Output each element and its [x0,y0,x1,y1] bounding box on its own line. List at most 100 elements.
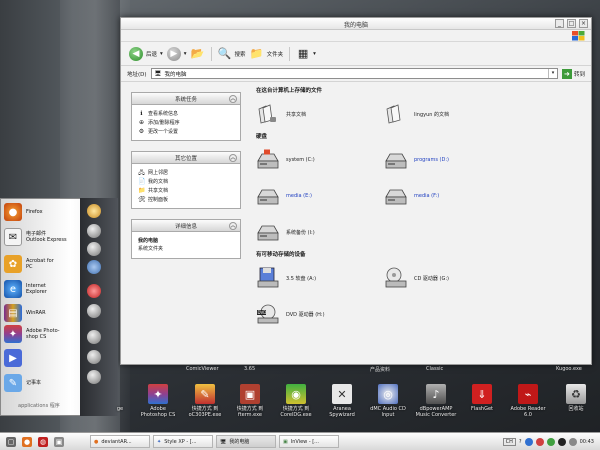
dock-item-label: 电子邮件 Outlook Express [26,231,67,243]
style-xp-icon: ✦ [157,438,162,445]
drive-item[interactable]: media (F:) [384,185,512,207]
dock-item-notepad[interactable]: ✎ 记事本 [4,374,80,392]
taskbar-button[interactable]: ✦ Style XP - [... [153,435,213,448]
desktop-icon[interactable]: ✕ Aranea Spywizard [318,384,366,418]
folder-item[interactable]: lingyun 的文档 [384,103,512,125]
maximize-button[interactable]: □ [567,19,576,28]
forward-dropdown-icon[interactable]: ▾ [184,51,187,57]
removable-item[interactable]: 3.5 软盘 (A:) [256,267,384,289]
desktop-icon[interactable]: ♻ 回收站 [552,384,600,412]
media-icon[interactable]: ◍ [38,436,48,447]
address-input[interactable]: 🖥 我的电脑 ▾ [150,68,558,79]
desktop-label[interactable]: ComicViewer [186,366,219,372]
recycle-bin-icon: ♻ [566,384,586,404]
taskbar-button[interactable]: ● deviantAR... [90,435,150,448]
search-button[interactable]: 🔍 搜索 [218,47,246,61]
go-label: 转到 [573,71,585,78]
desktop-label[interactable]: Classic [426,366,443,372]
folders-label: 文件夹 [266,51,284,58]
desktop-label[interactable]: 产品资料 [370,366,390,373]
drive-item[interactable]: programs (D:) [384,149,512,171]
clock[interactable]: 00:43 [580,439,594,445]
collapse-chevron-icon[interactable]: ︽ [229,222,237,230]
drive-item[interactable]: 系统备份 (I:) [256,221,384,243]
collapse-chevron-icon[interactable]: ︽ [229,154,237,162]
desktop-icon[interactable]: ⌁ Adobe Reader 6.0 [504,384,552,418]
taskbar-button[interactable]: ▣ InView - [... [279,435,339,448]
desktop-label[interactable]: Kugoo.exe [556,366,582,372]
disc2-shortcut-icon[interactable] [87,350,101,364]
back-dropdown-icon[interactable]: ▾ [160,51,163,57]
desktop-icon[interactable]: ♪ dBpowerAMP Music Converter [412,384,460,418]
desktop-label[interactable]: 3.65 [244,366,255,372]
desktop-icon[interactable]: ✎ 快捷方式 到 oC303PE.exe [181,384,229,418]
explorer-icon[interactable]: ▣ [54,436,64,447]
panel-header[interactable]: 详细信息 ︽ [132,220,240,232]
forward-button[interactable]: ▶ ▾ [166,46,187,61]
window-titlebar[interactable]: 我的电脑 _ □ × [121,18,591,30]
language-indicator[interactable]: CH [502,437,516,446]
dock-item-acrobat[interactable]: ✿ Acrobat for PC [4,255,80,273]
desktop-icon[interactable]: ▣ 快捷方式 到 fterm.exe [226,384,274,418]
drive-item[interactable]: media (E:) [256,185,384,207]
back-button[interactable]: ◀ 后退 ▾ [129,46,163,61]
messenger-tray-icon[interactable] [546,437,555,446]
minimize-button[interactable]: _ [555,19,564,28]
up-folder-icon[interactable]: 📂 [191,47,205,61]
go-button[interactable]: ➜ 转到 [561,68,585,79]
firefox-icon[interactable]: ● [22,436,32,447]
drive-item[interactable]: system (C:) [256,149,384,171]
panel-header[interactable]: 其它位置 ︽ [132,152,240,164]
place-link[interactable]: 🖧 网上邻居 [138,168,234,177]
network-tray-icon[interactable] [524,437,533,446]
dock-item-ie[interactable]: e Internet Explorer [4,280,80,298]
folder-item[interactable]: 共享文档 [256,103,384,125]
help-icon[interactable]: ? [519,439,522,445]
hard-drive-icon [385,153,407,169]
taskbar-button[interactable]: 🖥 我的电脑 [216,435,276,448]
views-button[interactable]: ▦ ▾ [296,47,316,61]
medical-shortcut-icon[interactable] [87,284,101,298]
shared-documents-icon [258,104,276,124]
task-link[interactable]: ⊕ 添加/删除程序 [138,118,234,127]
place-link[interactable]: 📁 共享文档 [138,186,234,195]
dock-item-winrar[interactable]: ▤ WinRAR [4,304,80,322]
power-shortcut-icon[interactable] [87,370,101,384]
show-desktop-icon[interactable]: ▢ [6,436,16,447]
removable-item[interactable]: CD 驱动器 (G:) [384,267,512,289]
folder-shortcut-icon[interactable] [87,204,101,218]
system-tasks-panel: 系统任务 ︽ ℹ 查看系统信息 ⊕ 添加/删除程序 ⚙ 更改一个设置 [131,92,241,141]
address-dropdown-icon[interactable]: ▾ [547,69,557,78]
cd-shortcut-icon[interactable] [87,304,101,318]
gear-shortcut-icon[interactable] [87,242,101,256]
desktop-icon[interactable]: ◉ 快捷方式 到 CorelDG.exe [272,384,320,418]
panel-header[interactable]: 系统任务 ︽ [132,93,240,105]
removable-item[interactable]: DVD DVD 驱动器 (H:) [256,303,384,325]
volume-tray-icon[interactable] [568,437,577,446]
antivirus-tray-icon[interactable] [535,437,544,446]
desktop-icon[interactable]: ⇓ FlashGet [458,384,506,412]
menu-bar [121,30,591,42]
task-link[interactable]: ⚙ 更改一个设置 [138,127,234,136]
task-link[interactable]: ℹ 查看系统信息 [138,109,234,118]
folders-button[interactable]: 📁 文件夹 [250,47,284,61]
disc-shortcut-icon[interactable] [87,224,101,238]
desktop-icon[interactable]: ◎ dMC Audio CD Input [364,384,412,418]
toolbar: ◀ 后退 ▾ ▶ ▾ 📂 🔍 搜索 📁 文件夹 ▦ ▾ [121,42,591,66]
dock-item-label: Acrobat for PC [26,258,54,270]
dock-item-media[interactable]: ▶ [4,349,80,367]
dock-item-firefox[interactable]: ● Firefox [4,203,80,221]
monitor-shortcut-icon[interactable] [87,260,101,274]
dock-item-outlook[interactable]: ✉ 电子邮件 Outlook Express [4,228,80,246]
dock-item-photoshop[interactable]: ✦ Adobe Photo- shop CS [4,325,80,343]
speaker-shortcut-icon[interactable] [87,330,101,344]
place-link[interactable]: 📄 我的文档 [138,177,234,186]
desktop-icon[interactable]: ✦ Adobe Photoshop CS [134,384,182,418]
toolbar-separator [210,46,212,61]
collapse-chevron-icon[interactable]: ︽ [229,95,237,103]
place-link[interactable]: 🛠 控制面板 [138,195,234,204]
details-name: 我的电脑 [138,238,159,244]
close-button[interactable]: × [579,19,588,28]
qq-tray-icon[interactable] [557,437,566,446]
hard-drive-icon [385,189,407,205]
